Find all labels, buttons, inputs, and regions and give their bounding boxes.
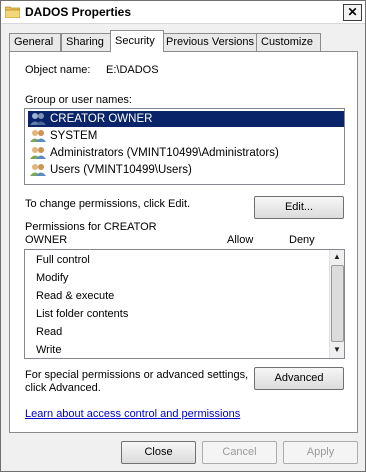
properties-window: DADOS Properties ✕ General Sharing Secur… [0, 0, 366, 472]
tab-sharing[interactable]: Sharing [61, 33, 114, 51]
advanced-button[interactable]: Advanced [254, 367, 344, 390]
tab-security[interactable]: Security [110, 30, 164, 52]
permissions-scrollbar[interactable]: ▲ ▼ [329, 250, 344, 358]
special-permissions-hint: For special permissions or advanced sett… [25, 369, 249, 381]
permission-row-read: Read [36, 326, 63, 338]
scroll-thumb[interactable] [331, 265, 344, 342]
close-window-button[interactable]: ✕ [343, 4, 362, 21]
apply-button[interactable]: Apply [283, 441, 358, 464]
user-label: Administrators (VMINT10499\Administrator… [50, 147, 279, 159]
security-panel: Object name: E:\DADOS Group or user name… [9, 51, 358, 433]
permissions-for-label: Permissions for CREATOR [25, 221, 157, 233]
edit-button[interactable]: Edit... [254, 196, 344, 219]
object-name-value: E:\DADOS [106, 64, 159, 76]
user-label: Users (VMINT10499\Users) [50, 164, 192, 176]
title-bar[interactable]: DADOS Properties ✕ [1, 1, 365, 24]
folder-icon [5, 6, 20, 18]
permission-row-read-execute: Read & execute [36, 290, 115, 302]
list-item-creator-owner[interactable]: CREATOR OWNER [28, 111, 344, 127]
tab-previous-versions[interactable]: Previous Versions [161, 33, 259, 51]
list-item-system[interactable]: SYSTEM [28, 128, 344, 144]
user-label: SYSTEM [50, 130, 98, 142]
users-group-icon [30, 164, 46, 176]
learn-access-control-link[interactable]: Learn about access control and permissio… [25, 408, 240, 420]
scroll-down-arrow-icon[interactable]: ▼ [331, 344, 343, 356]
scroll-up-arrow-icon[interactable]: ▲ [331, 251, 343, 263]
users-group-icon [30, 130, 46, 142]
list-item-users[interactable]: Users (VMINT10499\Users) [28, 162, 344, 178]
object-name-label: Object name: [25, 64, 91, 76]
permissions-for-label-owner: OWNER [25, 234, 68, 246]
change-permissions-hint: To change permissions, click Edit. [25, 198, 191, 210]
deny-header: Deny [289, 234, 315, 246]
user-label: CREATOR OWNER [50, 113, 153, 125]
special-permissions-hint-2: click Advanced. [25, 382, 101, 394]
permission-row-full-control: Full control [36, 254, 90, 266]
permissions-list[interactable]: Full control Modify Read & execute List … [24, 249, 345, 359]
permission-row-write: Write [36, 344, 62, 356]
permission-row-modify: Modify [36, 272, 69, 284]
cancel-button[interactable]: Cancel [202, 441, 277, 464]
tab-customize[interactable]: Customize [256, 33, 321, 51]
allow-header: Allow [227, 234, 254, 246]
list-item-administrators[interactable]: Administrators (VMINT10499\Administrator… [28, 145, 344, 161]
close-icon: ✕ [347, 5, 358, 19]
users-group-icon [30, 113, 46, 125]
tab-general[interactable]: General [9, 33, 61, 51]
users-group-icon [30, 147, 46, 159]
permission-row-list-folder: List folder contents [36, 308, 129, 320]
window-title: DADOS Properties [25, 5, 132, 19]
close-button[interactable]: Close [121, 441, 196, 464]
group-user-list[interactable]: CREATOR OWNER SYSTEM Administrators (VMI… [24, 108, 345, 185]
groups-label: Group or user names: [25, 94, 132, 106]
